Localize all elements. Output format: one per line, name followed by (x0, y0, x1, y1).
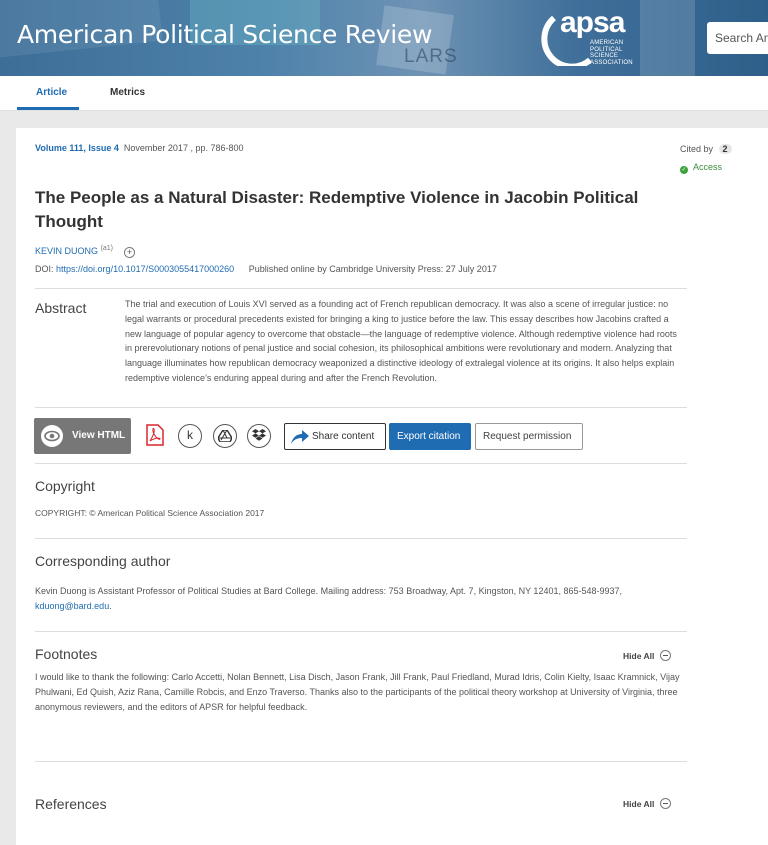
tab-metrics[interactable]: Metrics (110, 87, 145, 98)
doi-link[interactable]: https://doi.org/10.1017/S000305541700026… (56, 264, 234, 274)
cited-by-count: 2 (718, 144, 732, 154)
footnotes-text: I would like to thank the following: Car… (35, 672, 680, 712)
volume-issue-link[interactable]: Volume 111, Issue 4 (35, 143, 119, 153)
export-citation-button[interactable]: Export citation (389, 423, 471, 450)
doi-line: DOI: https://doi.org/10.1017/S0003055417… (35, 264, 497, 274)
journal-banner: LARS American Political Science Review a… (0, 0, 768, 76)
abstract-heading: Abstract (35, 300, 87, 316)
footnotes-hide-all-button[interactable]: Hide All (623, 650, 672, 661)
author[interactable]: KEVIN DUONG (a1) (35, 245, 113, 256)
check-icon: ✓ (680, 166, 688, 174)
article-tabs: Article Metrics (0, 76, 768, 111)
active-tab-indicator (17, 107, 79, 110)
banner-decoration (640, 0, 695, 76)
corresponding-author-details: Kevin Duong is Assistant Professor of Po… (35, 586, 623, 596)
tab-article[interactable]: Article (36, 87, 67, 98)
divider (35, 538, 687, 539)
references-heading: References (35, 796, 107, 812)
dropbox-icon[interactable] (247, 424, 271, 448)
article-title: The People as a Natural Disaster: Redemp… (35, 188, 639, 231)
journal-title[interactable]: American Political Science Review (17, 20, 432, 49)
apsa-logo-word: apsa (560, 6, 625, 39)
corresponding-author-text: Kevin Duong is Assistant Professor of Po… (35, 584, 680, 613)
search-input[interactable]: Search Am (707, 22, 768, 54)
divider (35, 463, 687, 464)
corresponding-author-end: . (109, 600, 112, 611)
share-content-label: Share content (312, 431, 375, 442)
kudos-icon[interactable]: k (178, 424, 202, 448)
copyright-text: COPYRIGHT: © American Political Science … (35, 508, 265, 518)
copyright-heading: Copyright (35, 478, 95, 494)
published-online: Published online by Cambridge University… (248, 264, 497, 274)
share-content-button[interactable]: Share content (284, 423, 386, 450)
access-status: ✓ Access (680, 162, 722, 174)
expand-author-icon[interactable]: + (124, 247, 135, 258)
divider (35, 288, 687, 289)
collapse-icon (660, 650, 672, 661)
divider (35, 631, 687, 632)
eye-icon (41, 425, 63, 447)
footnotes-heading: Footnotes (35, 646, 98, 662)
cited-by[interactable]: Cited by 2 (680, 144, 732, 154)
author-affiliation: (a1) (100, 245, 113, 252)
references-hide-all-button[interactable]: Hide All (623, 798, 672, 809)
divider (35, 761, 687, 762)
view-html-button[interactable]: View HTML (34, 418, 131, 454)
date-pages: November 2017 , pp. 786-800 (123, 143, 244, 153)
author-email-link[interactable]: kduong@bard.edu (35, 601, 109, 611)
article-card (16, 128, 768, 845)
google-drive-icon[interactable] (213, 424, 237, 448)
request-permission-button[interactable]: Request permission (475, 423, 583, 450)
abstract-text: The trial and execution of Louis XVI ser… (125, 299, 677, 383)
apsa-logo-subtitle: American Political Science Association (590, 40, 633, 66)
cited-by-label: Cited by (680, 144, 714, 154)
hide-all-label: Hide All (623, 799, 655, 809)
corresponding-author-heading: Corresponding author (35, 553, 171, 569)
doi-label: DOI: (35, 264, 54, 274)
collapse-icon (660, 798, 672, 809)
author-name[interactable]: KEVIN DUONG (35, 246, 98, 256)
hide-all-label: Hide All (623, 651, 655, 661)
share-arrow-icon (291, 430, 309, 444)
view-html-label: View HTML (72, 430, 126, 441)
divider (35, 407, 687, 408)
apsa-logo[interactable]: apsa American Political Science Associat… (540, 6, 640, 68)
pdf-icon[interactable] (146, 424, 164, 446)
access-label: Access (693, 162, 723, 172)
volume-line: Volume 111, Issue 4 November 2017 , pp. … (35, 143, 244, 153)
banner-background-text: LARS (404, 46, 458, 67)
